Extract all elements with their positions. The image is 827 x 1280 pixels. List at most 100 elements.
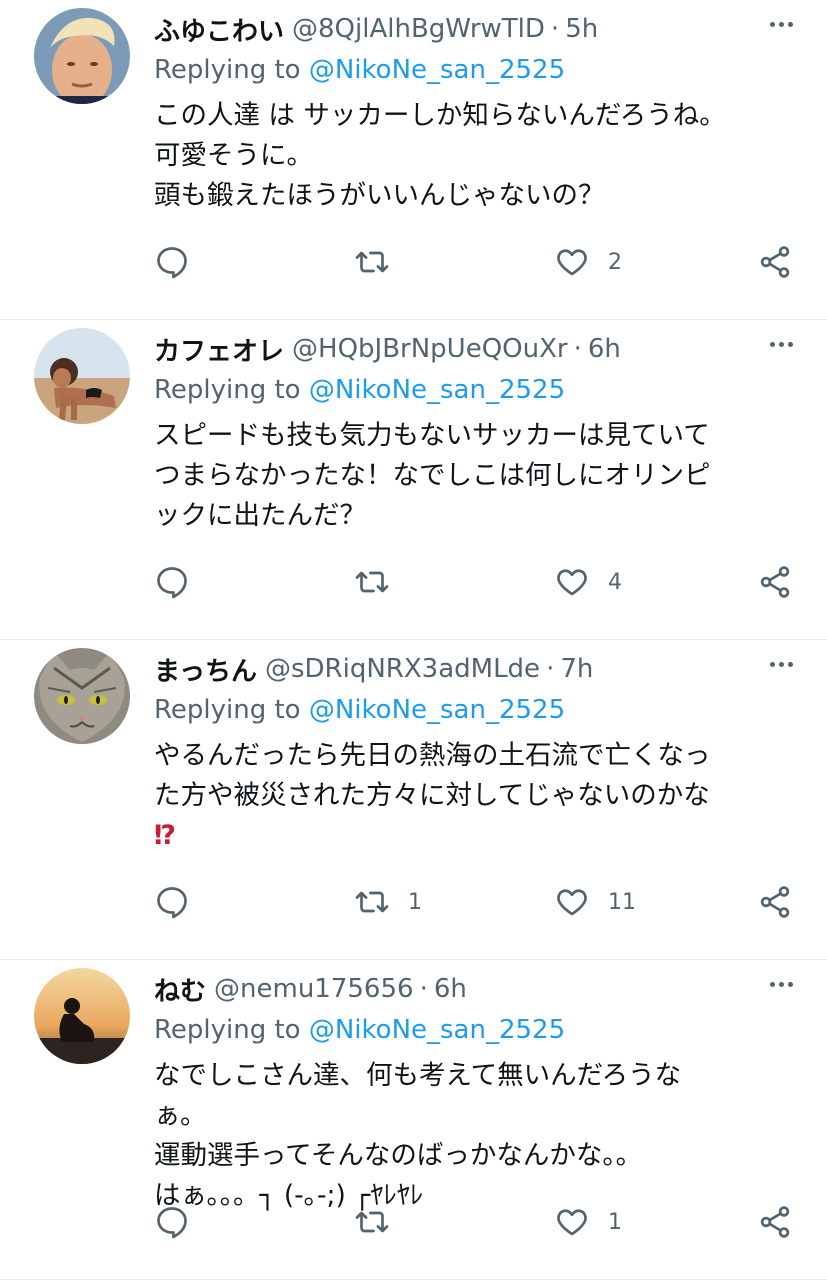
tweet-text-line: この人達 は サッカーしか知らないんだろうね。 xyxy=(154,100,726,131)
timestamp[interactable]: 7h xyxy=(560,654,593,684)
cat-avatar-icon xyxy=(34,648,130,744)
avatar[interactable] xyxy=(34,8,130,104)
tweet-text-line: 頭も鍛えたほうがいいんじゃないの？ xyxy=(154,180,605,211)
heart-icon xyxy=(557,889,587,916)
retweet-button[interactable] xyxy=(354,240,408,284)
more-options-button[interactable] xyxy=(770,22,793,27)
tweet-actions: 4 xyxy=(154,560,793,604)
more-dot-icon xyxy=(770,22,775,27)
timestamp[interactable]: 6h xyxy=(588,334,621,364)
retweet-button[interactable]: 1 xyxy=(354,880,422,924)
reply-mention-link[interactable]: @NikoNe_san_2525 xyxy=(309,695,565,725)
timestamp[interactable]: 6h xyxy=(434,974,467,1004)
tweet[interactable]: カフェオレ @HQbJBrNpUeQOuXr · 6h Replying to … xyxy=(0,320,827,640)
heart-icon xyxy=(557,569,587,596)
man-face-avatar-icon xyxy=(34,8,130,104)
reply-button[interactable] xyxy=(154,1200,208,1244)
tweet[interactable]: ねむ @nemu175656 · 6h Replying to @NikoNe_… xyxy=(0,960,827,1280)
share-button[interactable] xyxy=(757,880,793,924)
avatar[interactable] xyxy=(34,328,130,424)
separator-dot: · xyxy=(573,334,582,364)
retweet-icon xyxy=(355,1211,389,1233)
tweet[interactable]: まっちん @sDRiqNRX3adMLde · 7h Replying to @… xyxy=(0,640,827,960)
retweet-count: 1 xyxy=(408,889,422,915)
like-button[interactable]: 11 xyxy=(554,880,636,924)
separator-dot: · xyxy=(546,654,555,684)
display-name[interactable]: まっちん xyxy=(154,651,257,688)
more-options-button[interactable] xyxy=(770,662,793,667)
tweet-actions: 1 11 xyxy=(154,880,793,924)
replying-to-label: Replying to xyxy=(154,695,301,725)
like-count: 11 xyxy=(608,889,636,915)
tweet-text: なでしこさん達、何も考えて無いんだろうな ぁ。 運動選手ってそんなのばっかなんか… xyxy=(154,1056,794,1216)
more-options-button[interactable] xyxy=(770,342,793,347)
tweet-text-line: なでしこさん達、何も考えて無いんだろうな xyxy=(154,1060,682,1091)
retweet-icon xyxy=(355,571,389,593)
replying-to-label: Replying to xyxy=(154,1015,301,1045)
more-dot-icon xyxy=(779,662,784,667)
separator-dot: · xyxy=(550,14,560,44)
user-handle[interactable]: @8QjlAlhBgWrwTlD xyxy=(292,14,545,44)
share-icon xyxy=(760,246,790,278)
avatar[interactable] xyxy=(34,968,130,1064)
retweet-button[interactable] xyxy=(354,560,408,604)
tweet-text: スピードも技も気力もないサッカーは見ていて つまらなかったな！なでしこは何しにオ… xyxy=(154,416,794,536)
reply-icon xyxy=(157,887,187,919)
reply-mention-link[interactable]: @NikoNe_san_2525 xyxy=(309,375,565,405)
share-button[interactable] xyxy=(757,560,793,604)
user-handle[interactable]: @nemu175656 xyxy=(214,974,414,1004)
tweet-text-line: 運動選手ってそんなのばっかなんかな。。 xyxy=(154,1140,643,1171)
replying-to: Replying to @NikoNe_san_2525 xyxy=(154,55,565,85)
like-count: 4 xyxy=(608,569,622,595)
like-button[interactable]: 2 xyxy=(554,240,622,284)
timestamp[interactable]: 5h xyxy=(565,14,598,44)
user-handle[interactable]: @sDRiqNRX3adMLde xyxy=(265,654,540,684)
tweet-text-line: ぁ。 xyxy=(154,1100,207,1131)
share-icon xyxy=(760,566,790,598)
separator-dot: · xyxy=(419,974,428,1004)
more-dot-icon xyxy=(779,982,784,987)
reply-mention-link[interactable]: @NikoNe_san_2525 xyxy=(309,1015,565,1045)
replying-to-label: Replying to xyxy=(154,375,301,405)
more-dot-icon xyxy=(788,662,793,667)
more-dot-icon xyxy=(779,22,784,27)
reply-button[interactable] xyxy=(154,880,208,924)
like-count: 1 xyxy=(608,1209,622,1235)
tweet[interactable]: ふゆこわい @8QjlAlhBgWrwTlD · 5h Replying to … xyxy=(0,0,827,320)
more-dot-icon xyxy=(788,982,793,987)
retweet-icon xyxy=(355,251,389,273)
display-name[interactable]: ねむ xyxy=(154,971,206,1008)
reply-icon xyxy=(157,567,187,599)
retweet-button[interactable] xyxy=(354,1200,408,1244)
avatar[interactable] xyxy=(34,648,130,744)
more-dot-icon xyxy=(788,22,793,27)
tweet-text: やるんだったら先日の熱海の土石流で亡くなっ た方や被災された方々に対してじゃない… xyxy=(154,736,794,856)
replying-to: Replying to @NikoNe_san_2525 xyxy=(154,375,565,405)
reply-icon xyxy=(157,1207,187,1239)
more-dot-icon xyxy=(770,662,775,667)
more-options-button[interactable] xyxy=(770,982,793,987)
tweet-text: この人達 は サッカーしか知らないんだろうね。 可愛そうに。 頭も鍛えたほうがい… xyxy=(154,96,794,216)
like-button[interactable]: 4 xyxy=(554,560,622,604)
reply-button[interactable] xyxy=(154,560,208,604)
retweet-icon xyxy=(355,891,389,913)
tweet-text-line: 可愛そうに。 xyxy=(154,140,313,171)
tweet-text-line: やるんだったら先日の熱海の土石流で亡くなっ xyxy=(154,740,711,771)
share-icon xyxy=(760,1206,790,1238)
more-dot-icon xyxy=(770,342,775,347)
more-dot-icon xyxy=(779,342,784,347)
reply-button[interactable] xyxy=(154,240,208,284)
reply-mention-link[interactable]: @NikoNe_san_2525 xyxy=(309,55,565,85)
tweet-text-line: つまらなかったな！なでしこは何しにオリンピ xyxy=(154,460,711,491)
user-handle[interactable]: @HQbJBrNpUeQOuXr xyxy=(292,334,568,364)
share-button[interactable] xyxy=(757,1200,793,1244)
tweet-text-line: スピードも技も気力もないサッカーは見ていて xyxy=(154,420,710,451)
tweet-actions: 2 xyxy=(154,240,793,284)
more-dot-icon xyxy=(770,982,775,987)
reply-icon xyxy=(157,247,187,279)
display-name[interactable]: ふゆこわい xyxy=(154,11,284,48)
share-button[interactable] xyxy=(757,240,793,284)
like-button[interactable]: 1 xyxy=(554,1200,622,1244)
display-name[interactable]: カフェオレ xyxy=(154,331,284,368)
share-icon xyxy=(760,886,790,918)
